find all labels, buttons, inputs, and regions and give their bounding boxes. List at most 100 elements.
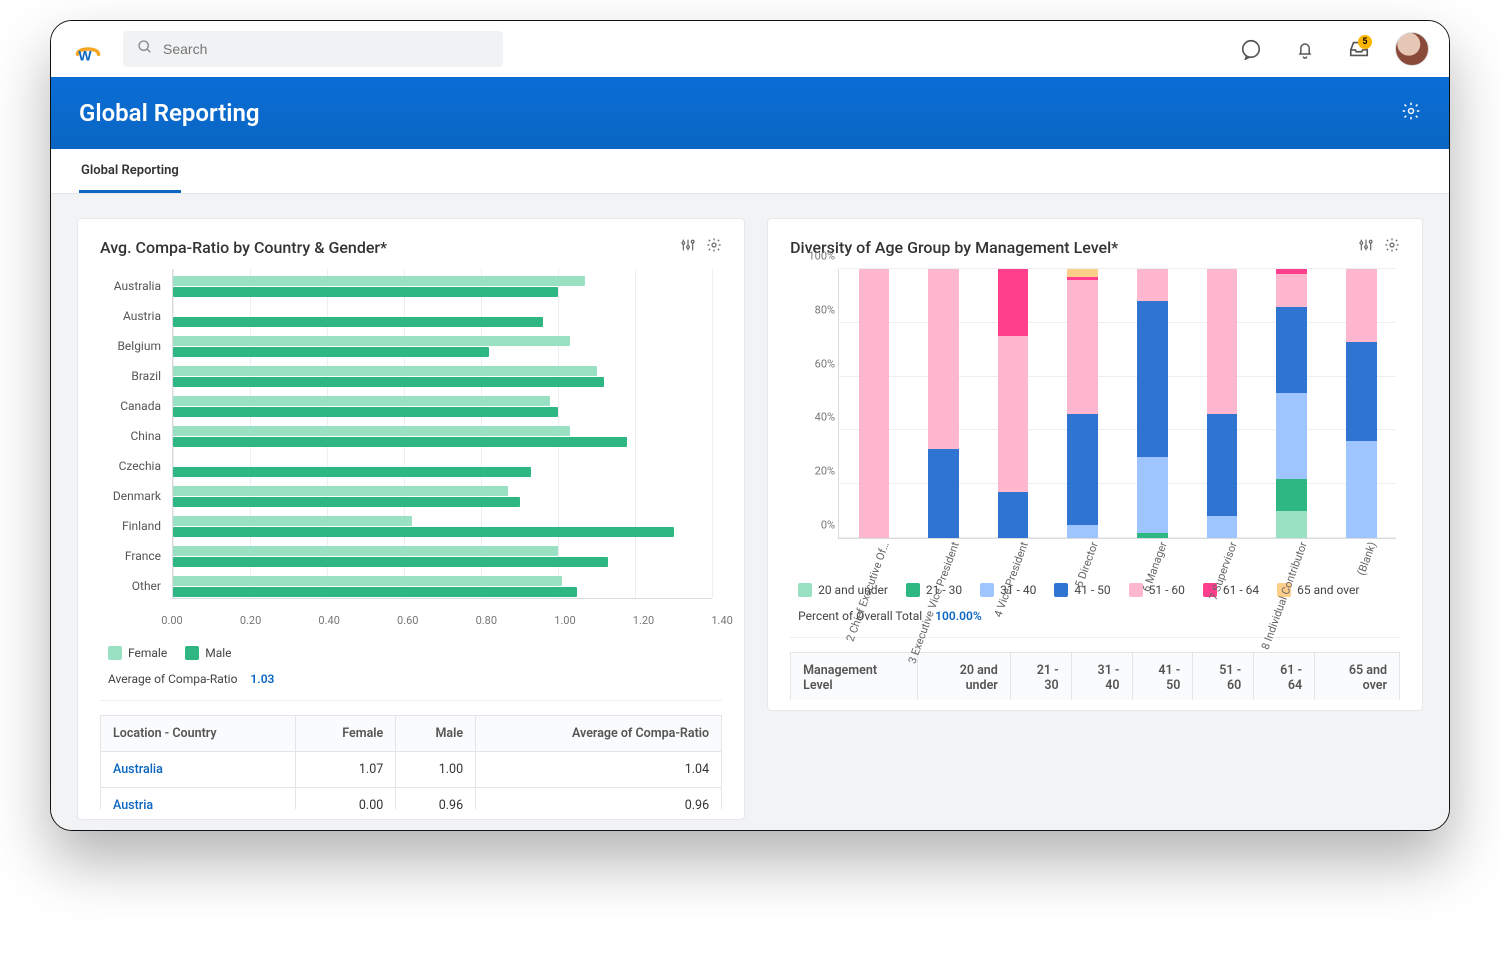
category-label: Brazil [95,363,167,389]
stacked-bar[interactable]: 3 Executive Vice President [928,269,959,538]
page-header: Global Reporting [51,77,1449,149]
bar-segment[interactable] [1276,479,1307,511]
bar-segment[interactable] [1207,414,1238,516]
bar-female[interactable] [173,516,412,526]
bar-male[interactable] [173,437,627,447]
table-header: Management Level [791,653,918,701]
bar-segment[interactable] [1137,301,1168,457]
bar-segment[interactable] [1067,280,1098,415]
country-link[interactable]: Australia [113,762,163,777]
bar-segment[interactable] [1346,441,1377,538]
bar-segment[interactable] [928,449,959,538]
search-input[interactable] [163,41,489,57]
bar-female[interactable] [173,426,570,436]
cell-female: 0.00 [296,788,396,810]
bar-segment[interactable] [1137,457,1168,532]
page-settings-icon[interactable] [1401,101,1421,125]
stacked-bar[interactable]: 6 Manager [1137,269,1168,538]
bar-female[interactable] [173,396,550,406]
bar-segment[interactable] [1276,269,1307,274]
bar-segment[interactable] [1067,525,1098,538]
card-compa-ratio: Avg. Compa-Ratio by Country & Gender* Au… [77,218,745,820]
bar-segment[interactable] [1276,307,1307,393]
category-label: Belgium [95,333,167,359]
bar-male[interactable] [173,377,604,387]
bar-segment[interactable] [1067,269,1098,277]
bar-segment[interactable] [998,336,1029,492]
bar-male[interactable] [173,557,608,567]
stacked-bar[interactable]: 8 Individual Contributor [1276,269,1307,538]
bar-segment[interactable] [1276,393,1307,479]
bar-segment[interactable] [1067,414,1098,524]
bar-female[interactable] [173,336,570,346]
bar-male[interactable] [173,467,531,477]
notifications-icon[interactable] [1287,31,1323,67]
inbox-icon[interactable]: 5 [1341,31,1377,67]
y-tick: 20% [795,465,835,478]
chart-row: Finland [173,513,712,539]
search-box[interactable] [123,31,503,67]
bar-male[interactable] [173,587,577,597]
configure-chart-icon[interactable] [680,237,696,257]
category-label: China [95,423,167,449]
bar-segment[interactable] [859,269,890,538]
category-label: Australia [95,273,167,299]
stacked-bar[interactable]: 4 Vice President [998,269,1029,538]
table-header: 21 - 30 [1010,653,1071,701]
bar-female[interactable] [173,546,558,556]
x-tick: 0.80 [476,614,497,627]
chat-icon[interactable] [1233,31,1269,67]
bar-male[interactable] [173,527,674,537]
table-header: 65 and over [1315,653,1400,701]
age-diversity-table: Management Level20 and under21 - 3031 - … [790,652,1400,700]
stacked-bar[interactable]: 7 Supervisor [1207,269,1238,538]
compa-ratio-summary: Average of Compa-Ratio 1.03 [100,668,722,701]
bar-male[interactable] [173,287,558,297]
table-row: Austria0.000.960.96 [101,788,722,810]
bar-segment[interactable] [1276,511,1307,538]
bar-segment[interactable] [928,269,959,449]
bar-female[interactable] [173,276,585,286]
table-row: Australia1.071.001.04 [101,752,722,788]
bar-segment[interactable] [998,269,1029,336]
compa-ratio-table: Location - CountryFemaleMaleAverage of C… [100,715,722,809]
bar-segment[interactable] [1207,516,1238,538]
stacked-bar[interactable]: (Blank) [1346,269,1377,538]
bar-male[interactable] [173,317,543,327]
workday-logo-icon[interactable]: W [71,32,105,66]
tabs-strip: Global Reporting [51,149,1449,194]
chart-row: China [173,423,712,449]
cell-avg: 0.96 [476,788,722,810]
x-tick: 1.40 [711,614,732,627]
category-label: Other [95,573,167,599]
bar-segment[interactable] [1276,274,1307,306]
tab-global-reporting[interactable]: Global Reporting [79,149,181,193]
bar-female[interactable] [173,576,562,586]
stacked-bar[interactable]: 2 Chief Executive Of… [859,269,890,538]
compa-ratio-legend: Female Male [100,632,722,668]
bar-male[interactable] [173,347,489,357]
bar-segment[interactable] [998,492,1029,538]
bar-segment[interactable] [1137,269,1168,301]
cell-male: 0.96 [396,788,476,810]
bar-segment[interactable] [1207,269,1238,414]
y-tick: 100% [795,250,835,263]
card-title: Avg. Compa-Ratio by Country & Gender* [100,238,387,257]
gear-icon[interactable] [706,237,722,257]
gear-icon[interactable] [1384,237,1400,257]
stacked-bar[interactable]: 5 Director [1067,269,1098,538]
bar-segment[interactable] [1346,342,1377,442]
bar-female[interactable] [173,366,597,376]
avatar[interactable] [1395,32,1429,66]
bar-female[interactable] [173,486,508,496]
topbar: W 5 [51,21,1449,77]
bar-segment[interactable] [1346,269,1377,342]
bar-male[interactable] [173,497,520,507]
table-header: 20 and under [918,653,1011,701]
table-header: Male [396,716,476,752]
bar-male[interactable] [173,407,558,417]
country-link[interactable]: Austria [113,798,153,809]
configure-chart-icon[interactable] [1358,237,1374,257]
x-tick: 0.40 [318,614,339,627]
bar-segment[interactable] [1067,277,1098,280]
